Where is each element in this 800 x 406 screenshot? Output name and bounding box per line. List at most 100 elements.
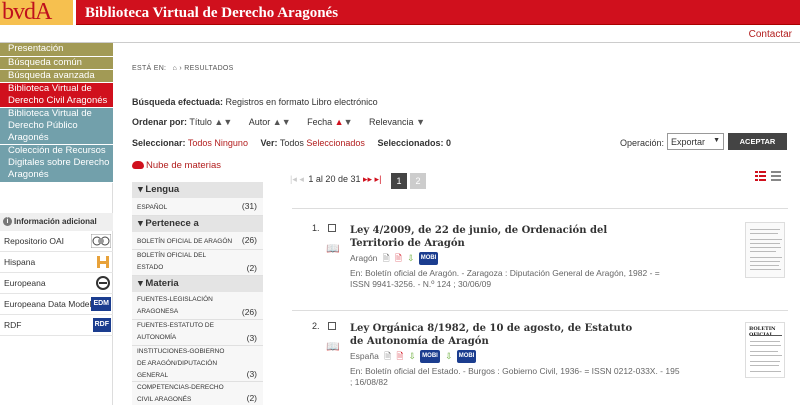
rdf-logo-icon: RDF (92, 318, 111, 332)
menu-presentacion[interactable]: Presentación (0, 43, 113, 57)
result-formats: España 🗎 🗎 ⇩ MOBI ⇩ MOBI (350, 350, 680, 363)
next-page-icon[interactable]: ▸▸ (363, 174, 372, 184)
doc-icon[interactable]: 🗎 (384, 351, 391, 362)
select-label: Seleccionar: (132, 138, 186, 148)
search-summary: Búsqueda efectuada: Registros en formato… (132, 97, 378, 107)
menu-busqueda-comun[interactable]: Búsqueda común (0, 57, 113, 70)
link-rdf[interactable]: RDF RDF (0, 315, 113, 336)
link-europeana-data-model[interactable]: Europeana Data Model EDM (0, 294, 113, 315)
last-page-icon[interactable]: ▸| (375, 174, 382, 184)
facet-item[interactable]: ESPAÑOL (31) (132, 200, 263, 216)
subject-cloud-label: Nube de materias (146, 160, 221, 171)
pdf-icon[interactable]: 🗎 (395, 253, 402, 264)
facet-item-count: (2) (246, 263, 257, 273)
facet-heading-lengua[interactable]: ▾ Lengua (132, 182, 263, 198)
subject-cloud-link[interactable]: Nube de materias (132, 160, 221, 171)
divider (292, 310, 788, 311)
site-logo[interactable]: bvdA (0, 0, 76, 25)
sort-date[interactable]: Fecha (307, 117, 332, 127)
sort-asc-icon[interactable]: ▲ (335, 117, 344, 127)
facets-panel: ▾ Lengua ESPAÑOL (31) ▾ Pertenece a BOLE… (132, 182, 263, 405)
epub-icon[interactable]: ⇩ (445, 351, 452, 362)
epub-icon[interactable]: ⇩ (409, 351, 416, 362)
view-all-link[interactable]: Todos (280, 138, 304, 148)
facet-heading-pertenece[interactable]: ▾ Pertenece a (132, 216, 263, 232)
sort-desc-icon[interactable]: ▼ (344, 117, 353, 127)
sort-label: Ordenar por: (132, 117, 188, 127)
mobi-icon[interactable]: MOBI (456, 350, 477, 363)
site-title[interactable]: Biblioteca Virtual de Derecho Aragonés (85, 5, 338, 22)
triangle-down-icon: ▾ (138, 218, 143, 229)
pagination-summary: 1 al 20 de 31 (308, 174, 361, 184)
facet-item[interactable]: INSTITUCIONES-GOBIERNO DE ARAGÓN/DIPUTAC… (132, 346, 263, 382)
sort-desc-icon[interactable]: ▼ (282, 117, 291, 127)
result-thumbnail[interactable]: BOLETIN OFICIAL (745, 322, 785, 378)
page-1-button[interactable]: 1 (391, 173, 407, 189)
facet-item[interactable]: COMPETENCIAS-DERECHO CIVIL ARAGONÉS (2) (132, 382, 263, 405)
triangle-down-icon: ▾ (138, 278, 143, 289)
result-meta: En: Boletín oficial de Aragón. - Zaragoz… (350, 268, 660, 289)
mobi-icon[interactable]: MOBI (418, 252, 439, 265)
sort-title[interactable]: Título (189, 117, 212, 127)
link-label: Europeana (4, 278, 46, 288)
facet-item-count: (26) (241, 235, 257, 245)
select-none-link[interactable]: Ninguno (214, 138, 248, 148)
sort-desc-icon[interactable]: ▼ (223, 117, 232, 127)
sort-asc-icon[interactable]: ▲ (214, 117, 223, 127)
result-thumbnail[interactable] (745, 222, 785, 278)
home-icon[interactable]: ⌂ (173, 65, 178, 72)
sort-relevance[interactable]: Relevancia (369, 117, 414, 127)
first-page-icon[interactable]: |◂ (290, 174, 297, 184)
result-place: Aragón (350, 252, 378, 263)
cloud-icon (132, 161, 144, 169)
menu-derecho-publico[interactable]: Biblioteca Virtual de Derecho Público Ar… (0, 108, 113, 145)
view-toggle (755, 170, 783, 184)
pdf-icon[interactable]: 🗎 (396, 351, 403, 362)
facet-item-label: FUENTES-ESTATUTO DE AUTONOMÍA (137, 322, 214, 341)
facet-heading-materia[interactable]: ▾ Materia (132, 276, 263, 292)
menu-coleccion-recursos[interactable]: Colección de Recursos Digitales sobre De… (0, 145, 113, 183)
facet-item[interactable]: FUENTES-ESTATUTO DE AUTONOMÍA (3) (132, 320, 263, 346)
result-title[interactable]: Ley 4/2009, de 22 de junio, de Ordenació… (350, 224, 640, 250)
view-selected-link[interactable]: Seleccionados (306, 138, 365, 148)
accept-button[interactable]: ACEPTAR (728, 133, 787, 150)
facet-item[interactable]: BOLETÍN OFICIAL DE ARAGÓN (26) (132, 234, 263, 250)
menu-busqueda-avanzada[interactable]: Búsqueda avanzada (0, 70, 113, 83)
epub-icon[interactable]: ⇩ (407, 253, 414, 264)
thumbnail-masthead: BOLETIN OFICIAL (749, 326, 776, 338)
book-icon: 📖 (326, 243, 340, 255)
link-europeana[interactable]: Europeana (0, 273, 113, 294)
result-title[interactable]: Ley Orgánica 8/1982, de 10 de agosto, de… (350, 322, 640, 348)
chevron-right-icon: › (179, 65, 182, 72)
divider (292, 208, 788, 209)
chevron-down-icon: ▼ (713, 137, 720, 144)
page-2-button[interactable]: 2 (410, 173, 426, 189)
operation-label: Operación: (620, 138, 665, 148)
top-bar: Contactar (0, 25, 800, 43)
link-hispana[interactable]: Hispana (0, 252, 113, 273)
link-repositorio-oai[interactable]: Repositorio OAI (0, 231, 113, 252)
selected-count: Seleccionados: 0 (377, 138, 451, 148)
facet-item-count: (3) (246, 333, 257, 343)
mobi-icon[interactable]: MOBI (420, 350, 440, 363)
facet-title: Lengua (145, 184, 180, 195)
operation-select[interactable]: Exportar ▼ (667, 133, 724, 150)
sort-desc-icon[interactable]: ▼ (416, 117, 425, 127)
list-view-icon[interactable] (755, 170, 783, 182)
link-label: Repositorio OAI (4, 236, 64, 246)
prev-page-icon[interactable]: ◂ (299, 174, 304, 184)
result-checkbox[interactable] (328, 322, 336, 330)
doc-icon[interactable]: 🗎 (383, 253, 390, 264)
sort-author[interactable]: Autor (249, 117, 271, 127)
facet-item[interactable]: FUENTES-LEGISLACIÓN ARAGONESA (26) (132, 294, 263, 320)
contact-link[interactable]: Contactar (749, 29, 792, 40)
select-all-link[interactable]: Todos (188, 138, 212, 148)
result-checkbox[interactable] (328, 224, 336, 232)
menu-derecho-civil[interactable]: Biblioteca Virtual de Derecho Civil Arag… (0, 83, 113, 108)
sort-asc-icon[interactable]: ▲ (273, 117, 282, 127)
triangle-down-icon: ▾ (138, 184, 143, 195)
site-header: bvdA Biblioteca Virtual de Derecho Arago… (0, 0, 800, 25)
additional-info-heading: i Información adicional (0, 213, 113, 231)
facet-item[interactable]: BOLETÍN OFICIAL DEL ESTADO (2) (132, 250, 263, 276)
search-value: Registros en formato Libro electrónico (225, 97, 378, 107)
